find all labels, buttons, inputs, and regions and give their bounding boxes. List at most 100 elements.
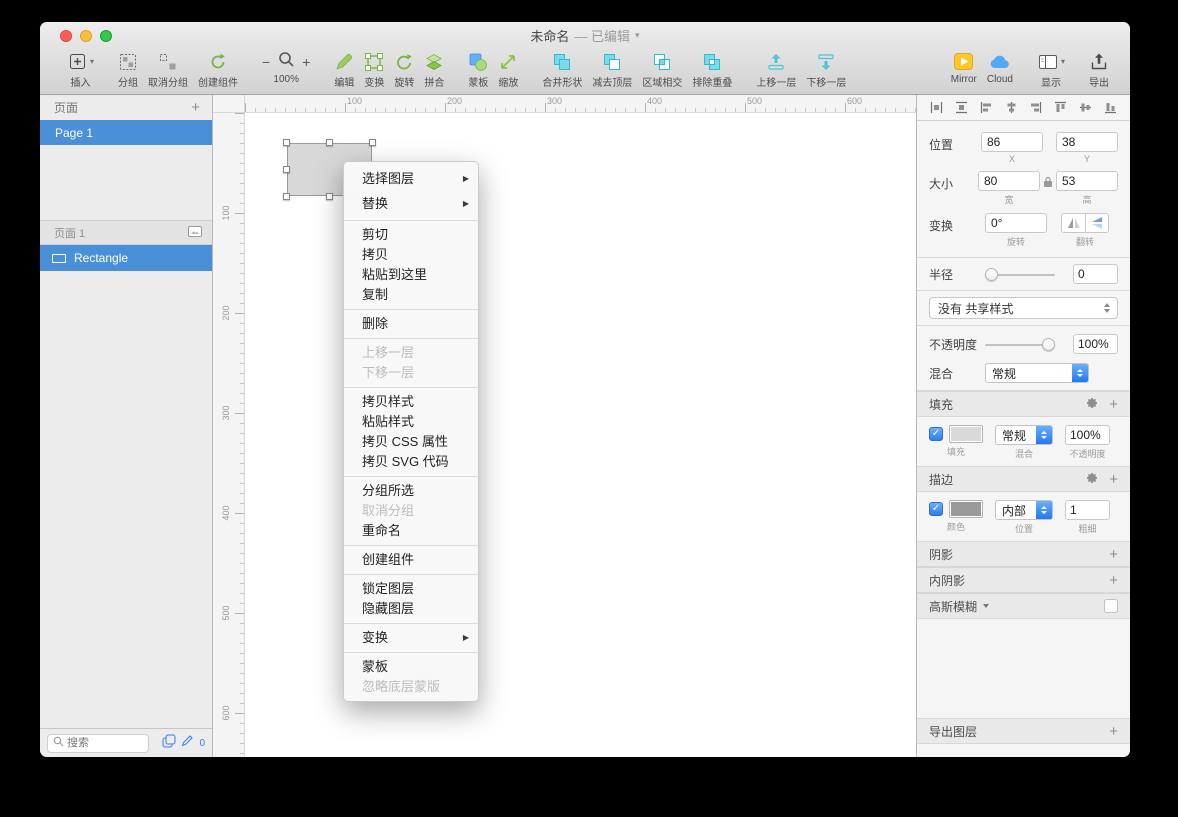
toolbar-difference[interactable]: 排除重叠 (692, 49, 732, 89)
toolbar-show[interactable]: ▾ 显示 (1037, 49, 1065, 89)
menu-item-cut[interactable]: 剪切 (344, 225, 478, 245)
opacity-input[interactable] (1073, 334, 1118, 354)
width-input[interactable] (978, 171, 1040, 191)
add-page-button[interactable]: + (191, 100, 200, 115)
vertical-ruler[interactable]: 100 200 300 400 500 600 (213, 113, 245, 757)
selection-handle[interactable] (325, 139, 333, 146)
radius-slider[interactable] (985, 267, 1055, 281)
border-width-input[interactable] (1065, 500, 1110, 520)
toolbar-cloud[interactable]: Cloud (987, 49, 1013, 85)
distribute-horizontally-icon[interactable] (930, 101, 943, 114)
gear-icon[interactable] (1086, 397, 1098, 412)
gear-icon[interactable] (1086, 472, 1098, 487)
toolbar-intersect[interactable]: 区域相交 (642, 49, 682, 89)
menu-item-mask[interactable]: 蒙板 (344, 657, 478, 677)
toolbar-bring-forward[interactable]: 上移一层 (756, 49, 796, 89)
align-right-icon[interactable] (1029, 101, 1042, 114)
toolbar-zoom[interactable]: − + 100% (262, 49, 310, 85)
minimize-button[interactable] (80, 30, 92, 42)
y-input[interactable] (1056, 132, 1118, 152)
zoom-out-button[interactable]: − (262, 55, 270, 69)
toolbar-create-symbol[interactable]: 创建组件 (198, 49, 238, 89)
sidebar-item-rectangle[interactable]: Rectangle (40, 245, 212, 271)
menu-item-lock-layer[interactable]: 锁定图层 (344, 579, 478, 599)
border-color-swatch[interactable] (949, 500, 983, 518)
menu-item-replace[interactable]: 替换 ▶ (344, 191, 478, 216)
menu-item-copy-css[interactable]: 拷贝 CSS 属性 (344, 432, 478, 452)
fill-opacity-input[interactable] (1065, 425, 1110, 445)
flip-vertical-button[interactable] (1085, 213, 1109, 233)
border-checkbox[interactable]: ✓ (929, 502, 943, 516)
lock-ratio-icon[interactable] (1043, 176, 1053, 191)
opacity-slider-knob[interactable] (1042, 337, 1055, 351)
add-fill-button[interactable]: + (1109, 397, 1118, 412)
toolbar-edit[interactable]: 编辑 (334, 49, 354, 89)
menu-item-duplicate[interactable]: 复制 (344, 285, 478, 305)
fill-blend-dropdown[interactable]: 常规 (995, 425, 1053, 445)
blur-type-chevron-icon[interactable] (983, 604, 990, 608)
toolbar-export[interactable]: 导出 (1089, 49, 1109, 89)
menu-item-group-selection[interactable]: 分组所选 (344, 481, 478, 501)
toolbar-insert[interactable]: ▾ 插入 (67, 49, 94, 89)
titlebar[interactable]: 未命名 — 已编辑 ▾ (40, 22, 1130, 48)
close-button[interactable] (60, 30, 72, 42)
selection-handle[interactable] (369, 139, 376, 146)
title-chevron-icon[interactable]: ▾ (635, 30, 640, 41)
selection-handle[interactable] (283, 165, 290, 173)
pages-list-area[interactable] (40, 145, 212, 220)
menu-item-select-layer[interactable]: 选择图层 ▶ (344, 166, 478, 191)
align-top-icon[interactable] (1054, 101, 1067, 114)
search-input[interactable] (67, 737, 141, 749)
shared-style-dropdown[interactable]: 没有 共享样式 (929, 297, 1118, 319)
distribute-vertically-icon[interactable] (955, 101, 968, 114)
toolbar-rotate[interactable]: 旋转 (394, 49, 414, 89)
height-input[interactable] (1056, 171, 1118, 191)
blur-checkbox[interactable] (1104, 599, 1118, 613)
menu-item-delete[interactable]: 删除 (344, 314, 478, 334)
border-position-dropdown[interactable]: 内部 (995, 500, 1053, 520)
radius-input[interactable] (1073, 264, 1118, 284)
menu-item-copy-svg[interactable]: 拷贝 SVG 代码 (344, 452, 478, 472)
toolbar-mirror[interactable]: Mirror (951, 49, 977, 85)
horizontal-ruler[interactable]: 100 200 300 400 500 600 (245, 95, 916, 113)
menu-item-copy[interactable]: 拷贝 (344, 245, 478, 265)
toolbar-mask[interactable]: 蒙板 (468, 49, 488, 89)
artboard-icon[interactable] (188, 225, 202, 240)
selection-handle[interactable] (283, 139, 290, 146)
selection-handle[interactable] (325, 193, 333, 200)
toolbar-send-backward[interactable]: 下移一层 (806, 49, 846, 89)
align-bottom-icon[interactable] (1104, 101, 1117, 114)
toolbar-group[interactable]: 分组 (118, 49, 138, 89)
toolbar-transform[interactable]: 变换 (364, 49, 384, 89)
pages-copy-icon[interactable] (162, 734, 176, 753)
add-shadow-button[interactable]: + (1109, 547, 1118, 562)
menu-item-hide-layer[interactable]: 隐藏图层 (344, 599, 478, 619)
toolbar-flatten[interactable]: 拼合 (424, 49, 444, 89)
align-left-icon[interactable] (980, 101, 993, 114)
fill-checkbox[interactable]: ✓ (929, 427, 943, 441)
menu-item-paste-here[interactable]: 粘贴到这里 (344, 265, 478, 285)
toolbar-union[interactable]: 合并形状 (542, 49, 582, 89)
menu-item-transform[interactable]: 变换 ▶ (344, 628, 478, 648)
toolbar-scale[interactable]: 缩放 (498, 49, 518, 89)
x-input[interactable] (981, 132, 1043, 152)
fill-color-swatch[interactable] (949, 425, 983, 443)
menu-item-paste-style[interactable]: 粘贴样式 (344, 412, 478, 432)
sidebar-item-page1[interactable]: Page 1 (40, 120, 212, 145)
menu-item-copy-style[interactable]: 拷贝样式 (344, 392, 478, 412)
menu-item-rename[interactable]: 重命名 (344, 521, 478, 541)
zoom-window-button[interactable] (100, 30, 112, 42)
add-border-button[interactable]: + (1109, 472, 1118, 487)
menu-item-create-symbol[interactable]: 创建组件 (344, 550, 478, 570)
blend-dropdown[interactable]: 常规 (985, 363, 1089, 383)
pencil-filter-icon[interactable] (181, 734, 194, 752)
add-inner-shadow-button[interactable]: + (1109, 573, 1118, 588)
zoom-in-button[interactable]: + (302, 55, 310, 69)
align-center-horizontal-icon[interactable] (1005, 101, 1018, 114)
rotation-input[interactable] (985, 213, 1047, 233)
layer-search[interactable] (47, 733, 149, 753)
opacity-slider[interactable] (985, 337, 1055, 351)
toolbar-ungroup[interactable]: 取消分组 (148, 49, 188, 89)
radius-slider-knob[interactable] (985, 267, 998, 281)
align-middle-vertical-icon[interactable] (1079, 101, 1092, 114)
